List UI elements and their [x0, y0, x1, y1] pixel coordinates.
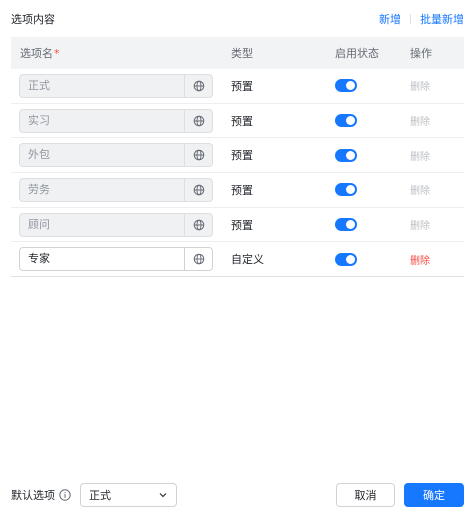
dialog-footer: 默认选项 正式 取消 确定 [11, 483, 464, 507]
option-type: 预置 [231, 183, 253, 197]
add-option-link[interactable]: 新增 [379, 11, 401, 27]
cell-status [321, 252, 401, 266]
cell-name: 正式 [11, 73, 221, 98]
translate-button[interactable] [184, 213, 212, 236]
delete-button: 删除 [410, 151, 430, 163]
table-row: 正式 预置 删除 [11, 69, 464, 104]
globe-icon [193, 80, 204, 92]
cell-status [321, 148, 401, 162]
option-name-input[interactable]: 顾问 [19, 212, 213, 237]
batch-add-link[interactable]: 批量新增 [420, 11, 464, 27]
enabled-toggle[interactable] [335, 79, 357, 93]
translate-button[interactable] [184, 109, 212, 132]
option-name-value: 专家 [28, 252, 50, 266]
option-name-value: 外包 [28, 148, 50, 162]
delete-button: 删除 [410, 117, 430, 129]
option-name-input[interactable]: 实习 [19, 108, 213, 133]
cell-operation: 删除 [401, 217, 464, 232]
section-title: 选项内容 [11, 13, 55, 26]
option-type: 预置 [231, 114, 253, 128]
option-name-input[interactable]: 专家 [19, 247, 213, 272]
column-header-operation: 操作 [410, 47, 432, 60]
cell-name: 实习 [11, 108, 221, 133]
enabled-toggle[interactable] [335, 218, 357, 232]
globe-icon [193, 115, 204, 126]
enabled-toggle[interactable] [335, 252, 357, 266]
option-name-value: 顾问 [28, 217, 50, 231]
option-type: 预置 [231, 79, 253, 93]
cell-operation: 删除 [401, 78, 464, 93]
options-table: 选项名* 类型 启用状态 操作 正式 预置 删除 实习 预置 删除 外包 预置 删除 劳务 预置 删除… [11, 37, 464, 278]
default-option-label: 默认选项 [11, 489, 55, 502]
divider [410, 14, 411, 24]
default-option-select[interactable]: 正式 [80, 483, 177, 507]
option-name-value: 实习 [28, 113, 50, 127]
cell-operation: 删除 [401, 252, 464, 267]
confirm-button[interactable]: 确定 [404, 483, 464, 507]
option-name-input[interactable]: 劳务 [19, 177, 213, 202]
cell-status [321, 183, 401, 197]
column-label-name: 选项名 [20, 47, 53, 60]
translate-button[interactable] [184, 144, 212, 167]
globe-icon [193, 149, 204, 161]
translate-button[interactable] [184, 248, 212, 271]
cancel-button[interactable]: 取消 [336, 483, 395, 507]
option-name-input[interactable]: 正式 [19, 73, 213, 98]
cell-status [321, 114, 401, 128]
option-name-input[interactable]: 外包 [19, 143, 213, 168]
option-name-value: 正式 [28, 78, 50, 92]
column-header-status: 启用状态 [335, 47, 379, 60]
table-row: 外包 预置 删除 [11, 138, 464, 174]
enabled-toggle[interactable] [335, 114, 357, 128]
option-type: 自定义 [231, 253, 264, 267]
column-header-type: 类型 [231, 47, 253, 60]
cell-name: 顾问 [11, 212, 221, 237]
info-icon[interactable] [59, 489, 71, 501]
column-header-name: 选项名* [11, 45, 221, 61]
table-body: 正式 预置 删除 实习 预置 删除 外包 预置 删除 劳务 预置 删除 顾问 预置 删除 专家 自定义 删除 [11, 69, 464, 278]
chevron-down-icon [159, 493, 167, 498]
cell-operation: 删除 [401, 148, 464, 163]
delete-button: 删除 [410, 221, 430, 233]
cell-operation: 删除 [401, 182, 464, 197]
table-row: 专家 自定义 删除 [11, 242, 464, 278]
translate-button[interactable] [184, 178, 212, 201]
section-header: 选项内容 新增 批量新增 [11, 9, 464, 29]
enabled-toggle[interactable] [335, 183, 357, 197]
enabled-toggle[interactable] [335, 148, 357, 162]
cell-status [321, 79, 401, 93]
option-type: 预置 [231, 218, 253, 232]
default-option-value: 正式 [89, 489, 111, 502]
cell-status [321, 218, 401, 232]
table-header: 选项名* 类型 启用状态 操作 [11, 37, 464, 69]
table-row: 劳务 预置 删除 [11, 173, 464, 208]
cell-name: 劳务 [11, 177, 221, 202]
table-row: 实习 预置 删除 [11, 104, 464, 139]
delete-button: 删除 [410, 82, 430, 94]
option-name-value: 劳务 [28, 182, 50, 196]
cell-name: 外包 [11, 143, 221, 168]
delete-button[interactable]: 删除 [410, 256, 430, 267]
option-type: 预置 [231, 149, 253, 163]
cell-operation: 删除 [401, 113, 464, 128]
header-actions: 新增 批量新增 [379, 11, 464, 27]
globe-icon [193, 184, 204, 196]
globe-icon [193, 219, 204, 230]
cell-name: 专家 [11, 247, 221, 272]
delete-button: 删除 [410, 186, 430, 198]
globe-icon [193, 253, 204, 265]
required-mark: * [54, 47, 60, 60]
translate-button[interactable] [184, 74, 212, 97]
table-row: 顾问 预置 删除 [11, 208, 464, 243]
